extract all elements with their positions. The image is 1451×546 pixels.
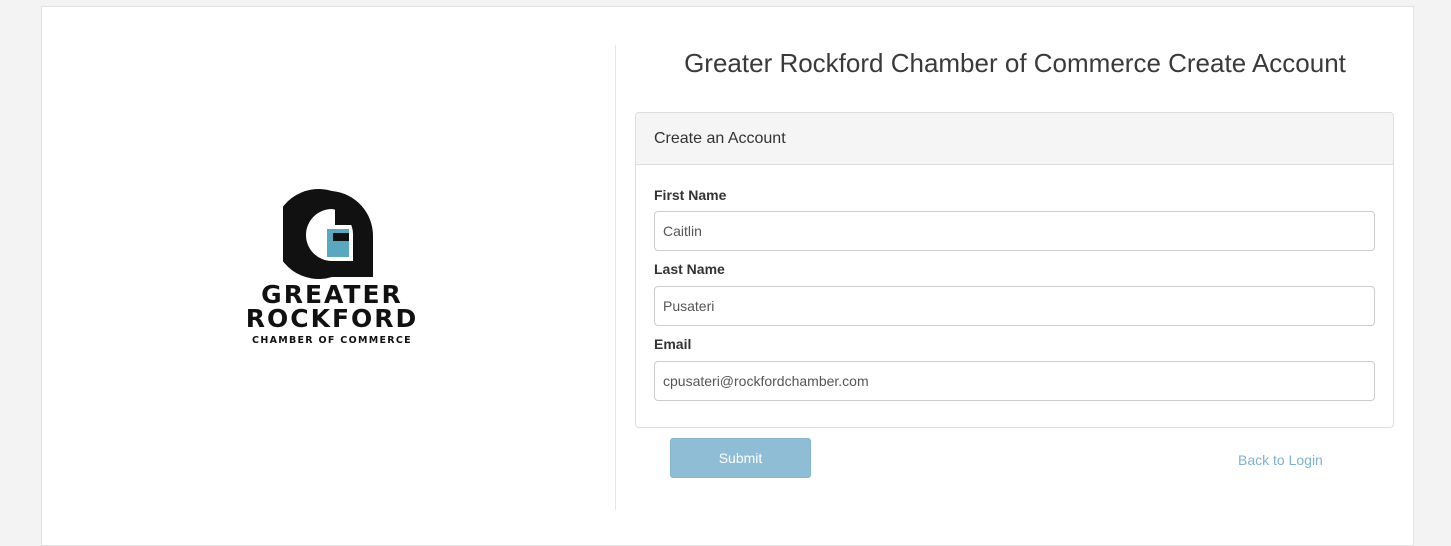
back-to-login-link[interactable]: Back to Login — [1238, 452, 1323, 468]
last-name-input[interactable] — [654, 286, 1375, 326]
logo-column: GREATER ROCKFORD CHAMBER OF COMMERCE — [42, 7, 615, 546]
column-divider — [615, 45, 616, 510]
form-column: Greater Rockford Chamber of Commerce Cre… — [635, 7, 1395, 546]
chamber-logo: GREATER ROCKFORD CHAMBER OF COMMERCE — [226, 189, 438, 349]
logo-text-rockford: ROCKFORD — [245, 304, 419, 333]
email-label: Email — [654, 336, 692, 352]
email-input[interactable] — [654, 361, 1375, 401]
create-account-panel: Create an Account First Name Last Name E… — [635, 112, 1394, 428]
first-name-input[interactable] — [654, 211, 1375, 251]
g-logo-icon — [283, 189, 374, 279]
panel-heading: Create an Account — [636, 113, 1393, 165]
last-name-label: Last Name — [654, 261, 725, 277]
page-title: Greater Rockford Chamber of Commerce Cre… — [684, 48, 1346, 78]
create-account-card: GREATER ROCKFORD CHAMBER OF COMMERCE Gre… — [41, 6, 1414, 546]
submit-button[interactable]: Submit — [670, 438, 811, 478]
logo-text-chamber: CHAMBER OF COMMERCE — [252, 335, 412, 346]
first-name-label: First Name — [654, 187, 727, 203]
